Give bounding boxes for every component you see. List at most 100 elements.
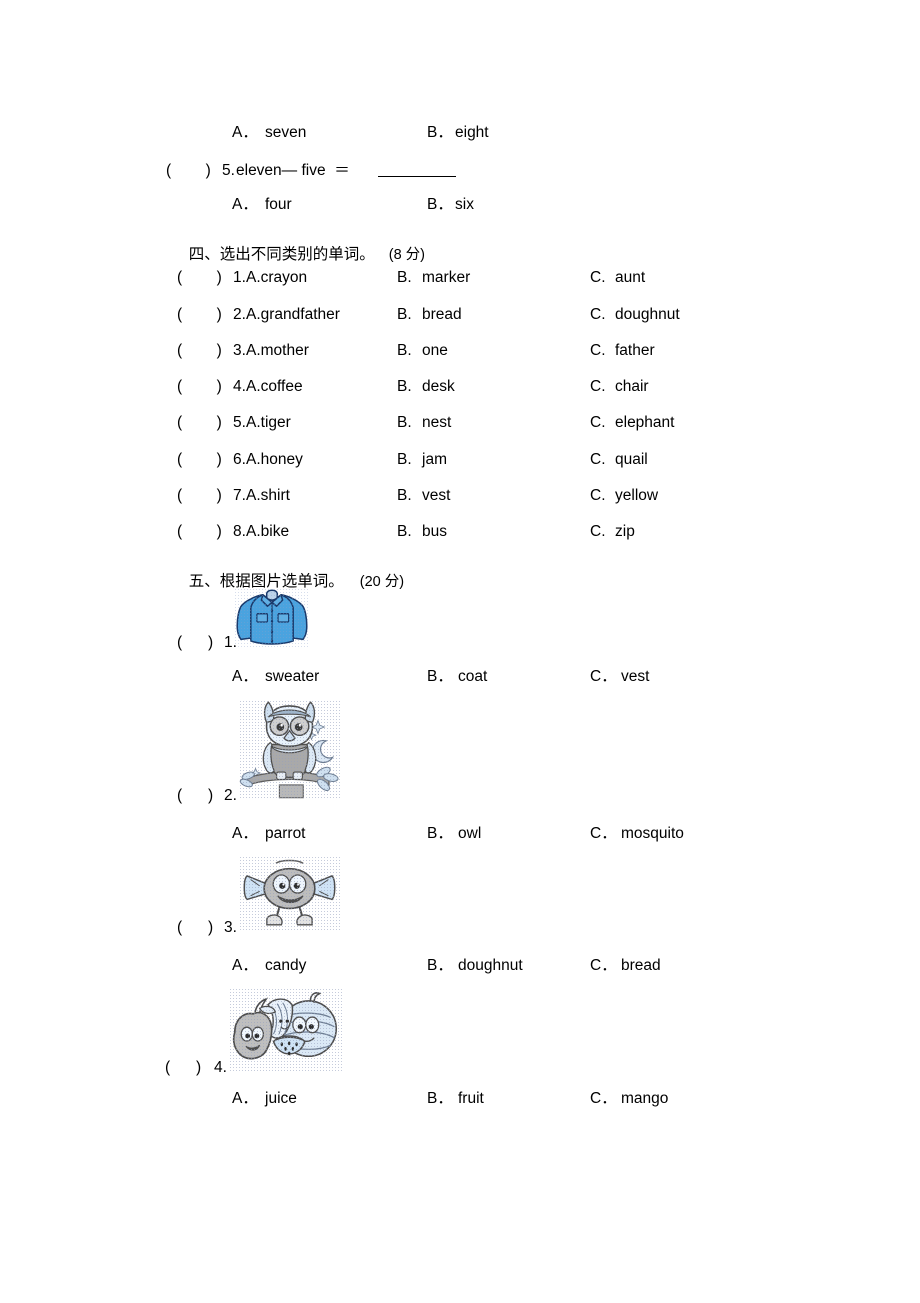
q5-option-a-text: four — [265, 196, 292, 213]
section-five-score: (20 分) — [359, 573, 405, 590]
section-four-score: (8 分) — [388, 246, 425, 263]
option-b-label: B. — [397, 487, 412, 504]
pic2-option-c-label: C． — [590, 825, 617, 842]
picture-cartoon-fruits — [229, 988, 342, 1071]
option-c: quail — [615, 451, 648, 468]
answer-bracket[interactable]: ( ) — [177, 524, 222, 540]
option-a: A.shirt — [246, 487, 290, 504]
pic1-option-c: vest — [621, 668, 650, 685]
section-four-title: 四、选出不同类别的单词。 — [188, 244, 375, 263]
option-b-label: B. — [397, 342, 412, 359]
answer-bracket-q5[interactable]: ( ) — [166, 163, 211, 179]
answer-bracket-pic-3[interactable]: ( ) — [177, 920, 213, 936]
option-c: doughnut — [615, 306, 680, 323]
item-number: 8. — [233, 523, 246, 540]
option-a: A.grandfather — [246, 306, 340, 323]
item-number: 6. — [233, 451, 246, 468]
pic2-option-b: owl — [458, 825, 482, 842]
section-five-title: 五、根据图片选单词。 — [188, 571, 344, 590]
answer-bracket[interactable]: ( ) — [177, 415, 222, 431]
option-b-label: B. — [397, 523, 412, 540]
fill-in-blank-q5[interactable] — [378, 176, 456, 177]
pic3-option-a: candy — [265, 957, 307, 974]
option-b: bread — [422, 306, 462, 323]
option-b-label: B. — [397, 378, 412, 395]
q5-option-a: A． — [232, 196, 258, 213]
pic3-option-a-label: A． — [232, 957, 258, 974]
pic3-option-b: doughnut — [458, 957, 523, 974]
pic2-option-c: mosquito — [621, 825, 684, 842]
option-c: zip — [615, 523, 635, 540]
option-c: aunt — [615, 269, 646, 286]
option-c: elephant — [615, 414, 675, 431]
pic4-option-a-label: A． — [232, 1090, 258, 1107]
pic4-option-b-label: B． — [427, 1090, 453, 1107]
answer-bracket-pic-1[interactable]: ( ) — [177, 635, 213, 651]
option-c-label: C. — [590, 342, 606, 359]
carryover-option-a-text: seven — [265, 124, 307, 141]
option-a: A.tiger — [246, 414, 291, 431]
option-c-label: C. — [590, 306, 606, 323]
question-number-q5: 5. — [222, 162, 235, 179]
item-number: 5. — [233, 414, 246, 431]
question-stem-q5: eleven— five ＝ — [236, 162, 350, 179]
item-number: 3. — [233, 342, 246, 359]
q5-option-b: B． — [427, 196, 453, 213]
carryover-option-b: B． — [427, 124, 453, 141]
picture-blue-denim-jacket — [234, 588, 310, 647]
option-b-label: B. — [397, 414, 412, 431]
item-number-pic-4: 4. — [214, 1059, 227, 1076]
pic1-option-b-label: B． — [427, 668, 453, 685]
option-b: marker — [422, 269, 471, 286]
answer-bracket[interactable]: ( ) — [177, 343, 222, 359]
option-c: yellow — [615, 487, 659, 504]
option-a: A.honey — [246, 451, 303, 468]
item-number-pic-2: 2. — [224, 787, 237, 804]
carryover-option-a: A． — [232, 124, 258, 141]
item-number: 2. — [233, 306, 246, 323]
pic3-option-c: bread — [621, 957, 661, 974]
option-c-label: C. — [590, 414, 606, 431]
pic2-option-b-label: B． — [427, 825, 453, 842]
pic4-option-c: mango — [621, 1090, 669, 1107]
option-b: jam — [422, 451, 447, 468]
carryover-option-b-text: eight — [455, 124, 489, 141]
option-c-label: C. — [590, 269, 606, 286]
answer-bracket[interactable]: ( ) — [177, 307, 222, 323]
option-c-label: C. — [590, 378, 606, 395]
option-a: A.mother — [246, 342, 309, 359]
option-b-label: B. — [397, 306, 412, 323]
option-b-label: B. — [397, 451, 412, 468]
pic1-option-c-label: C． — [590, 668, 617, 685]
pic3-option-c-label: C． — [590, 957, 617, 974]
worksheet-page: A． seven B． eight ( ) 5. eleven— five ＝ … — [0, 0, 920, 1303]
item-number-pic-1: 1. — [224, 634, 237, 651]
pic4-option-a: juice — [265, 1090, 297, 1107]
item-number: 4. — [233, 378, 246, 395]
option-a: A.crayon — [246, 269, 308, 286]
answer-bracket[interactable]: ( ) — [177, 452, 222, 468]
pic4-option-b: fruit — [458, 1090, 484, 1107]
answer-bracket[interactable]: ( ) — [177, 379, 222, 395]
answer-bracket[interactable]: ( ) — [177, 270, 222, 286]
option-b: nest — [422, 414, 452, 431]
pic1-option-a-label: A． — [232, 668, 258, 685]
option-b: desk — [422, 378, 455, 395]
option-c: father — [615, 342, 655, 359]
pic1-option-a: sweater — [265, 668, 320, 685]
pic1-option-b: coat — [458, 668, 488, 685]
pic2-option-a-label: A． — [232, 825, 258, 842]
q5-option-b-text: six — [455, 196, 474, 213]
item-number: 1. — [233, 269, 246, 286]
option-c-label: C. — [590, 523, 606, 540]
pic3-option-b-label: B． — [427, 957, 453, 974]
pic4-option-c-label: C． — [590, 1090, 617, 1107]
answer-bracket-pic-4[interactable]: ( ) — [165, 1060, 201, 1076]
answer-bracket[interactable]: ( ) — [177, 488, 222, 504]
item-number: 7. — [233, 487, 246, 504]
picture-cartoon-candy — [239, 856, 340, 932]
option-c-label: C. — [590, 451, 606, 468]
option-a: A.coffee — [246, 378, 303, 395]
option-a: A.bike — [246, 523, 290, 540]
answer-bracket-pic-2[interactable]: ( ) — [177, 788, 213, 804]
